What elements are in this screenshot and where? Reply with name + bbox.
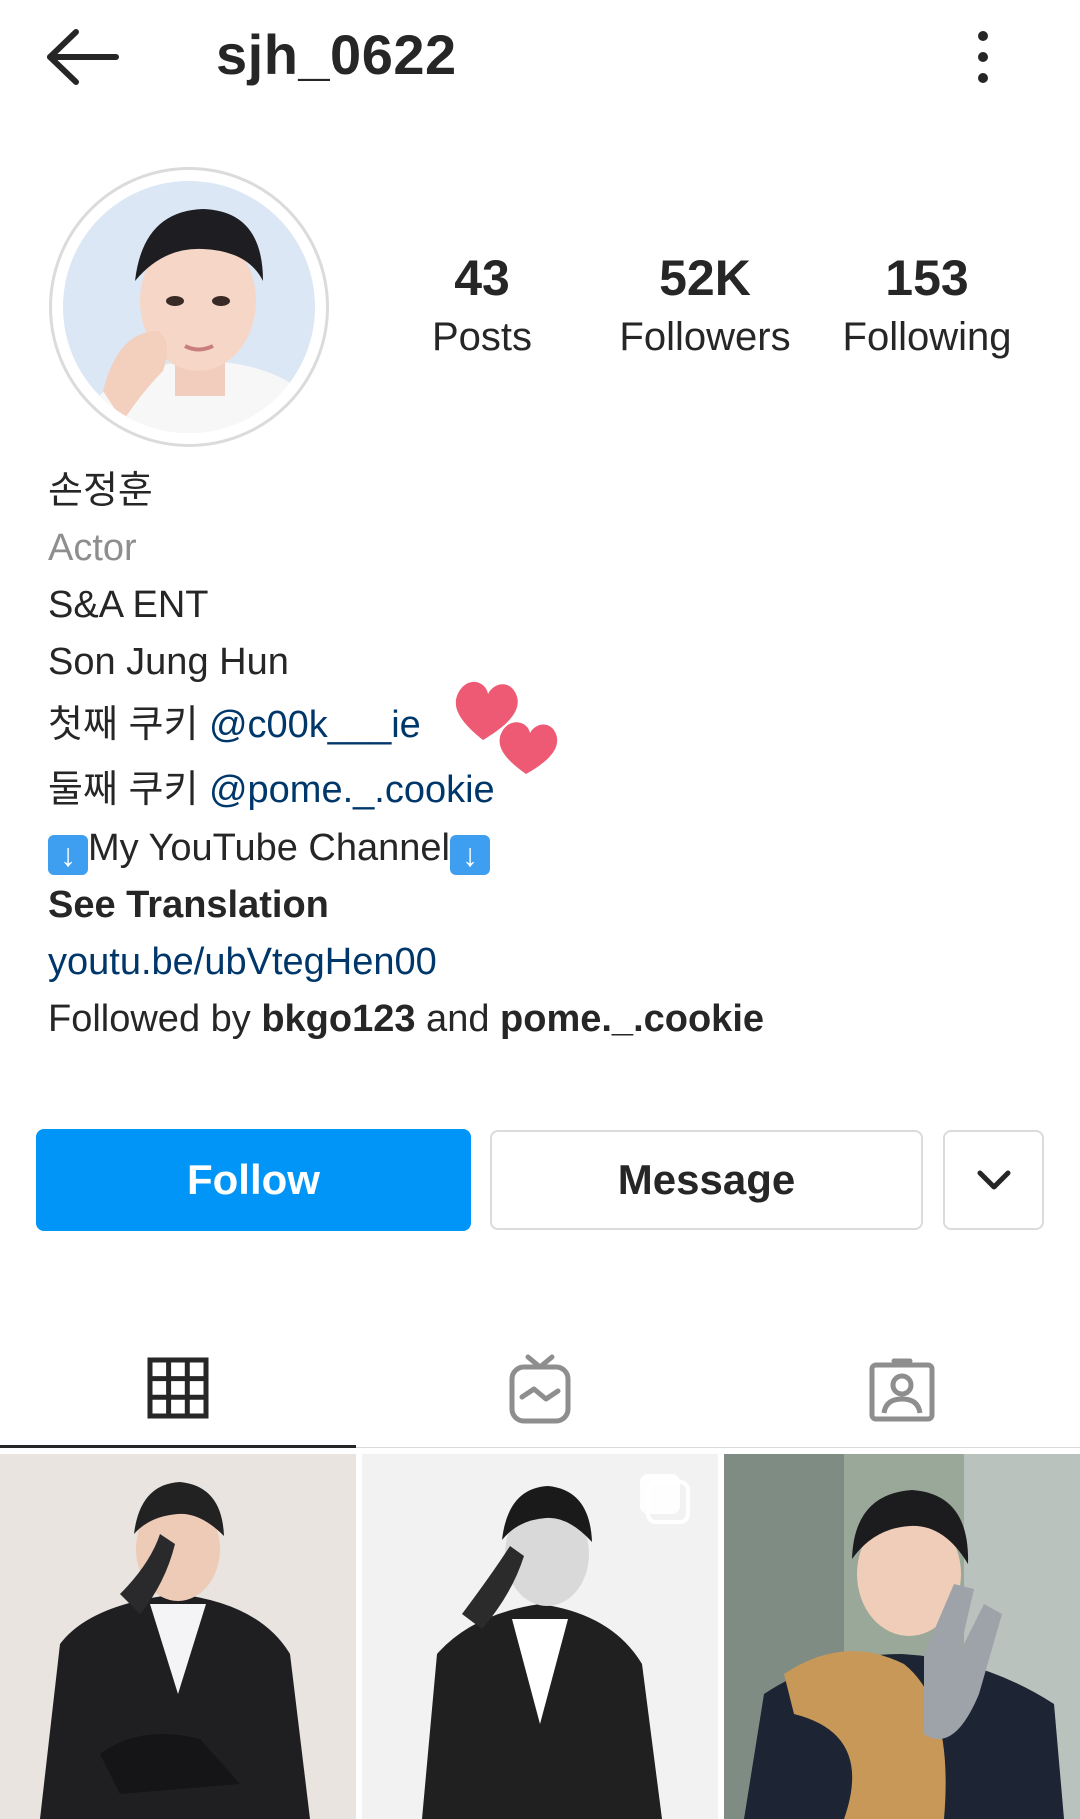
profile-tabs bbox=[0, 1330, 1080, 1448]
post-thumbnail[interactable] bbox=[362, 1454, 718, 1819]
igtv-icon bbox=[509, 1354, 571, 1424]
tab-tagged[interactable] bbox=[724, 1330, 1080, 1448]
following-label: Following bbox=[842, 315, 1012, 359]
tab-igtv[interactable] bbox=[362, 1330, 718, 1448]
tagged-user-icon bbox=[869, 1358, 935, 1422]
category-label: Actor bbox=[48, 527, 137, 569]
back-button[interactable] bbox=[40, 22, 130, 92]
post-thumbnail[interactable] bbox=[724, 1454, 1080, 1819]
follow-button[interactable]: Follow bbox=[36, 1129, 471, 1231]
grid-icon bbox=[147, 1357, 209, 1418]
followed-by-line[interactable]: Followed by bkgo123 and pome._.cookie bbox=[48, 991, 1048, 1048]
bio-line-youtube: ↓ My YouTube Channel ↓ bbox=[48, 820, 1048, 877]
chevron-down-icon bbox=[977, 1170, 1010, 1190]
see-translation-link[interactable]: See Translation bbox=[48, 877, 1048, 934]
followed-and: and bbox=[415, 998, 501, 1040]
followers-stat[interactable]: 52K Followers bbox=[600, 248, 810, 366]
post-thumbnail[interactable] bbox=[0, 1454, 356, 1819]
full-name: 손정훈 bbox=[48, 470, 153, 512]
cookie1-prefix: 첫째 쿠키 bbox=[48, 704, 209, 746]
avatar bbox=[63, 181, 315, 433]
posts-label: Posts bbox=[431, 315, 533, 359]
followers-label: Followers bbox=[619, 315, 791, 359]
top-bar: sjh_0622 bbox=[0, 0, 1080, 120]
followed-user-2[interactable]: pome._.cookie bbox=[500, 998, 764, 1040]
profile-username: sjh_0622 bbox=[216, 23, 457, 86]
followed-prefix: Followed by bbox=[48, 998, 262, 1040]
website-link[interactable]: youtu.be/ubVtegHen00 bbox=[48, 934, 1048, 991]
two-hearts-icon bbox=[448, 670, 568, 780]
cookie2-prefix: 둘째 쿠키 bbox=[48, 769, 209, 811]
arrow-left-icon bbox=[47, 29, 119, 85]
message-button[interactable]: Message bbox=[490, 1130, 923, 1230]
followers-count: 52K bbox=[659, 250, 751, 306]
avatar-ring[interactable] bbox=[49, 167, 329, 447]
mention-link-1[interactable]: @c00k___ie bbox=[209, 704, 421, 746]
down-arrow-icon: ↓ bbox=[48, 835, 88, 875]
following-stat[interactable]: 153 Following bbox=[822, 248, 1032, 366]
more-options-button[interactable] bbox=[958, 22, 1008, 92]
posts-grid bbox=[0, 1454, 1080, 1819]
down-arrow-icon: ↓ bbox=[449, 835, 490, 875]
profile-page: sjh_0622 43 Posts 52K Followers 153 Foll… bbox=[0, 0, 1080, 1819]
youtube-text: My YouTube Channel bbox=[88, 827, 450, 869]
followed-user-1[interactable]: bkgo123 bbox=[261, 998, 415, 1040]
suggestions-dropdown-button[interactable] bbox=[943, 1130, 1044, 1230]
posts-count: 43 bbox=[454, 250, 510, 306]
more-vertical-icon bbox=[978, 31, 988, 83]
bio-line-agency: S&A ENT bbox=[48, 584, 209, 626]
following-count: 153 bbox=[885, 250, 969, 306]
posts-stat: 43 Posts bbox=[377, 248, 587, 366]
tab-posts-grid[interactable] bbox=[0, 1330, 356, 1448]
